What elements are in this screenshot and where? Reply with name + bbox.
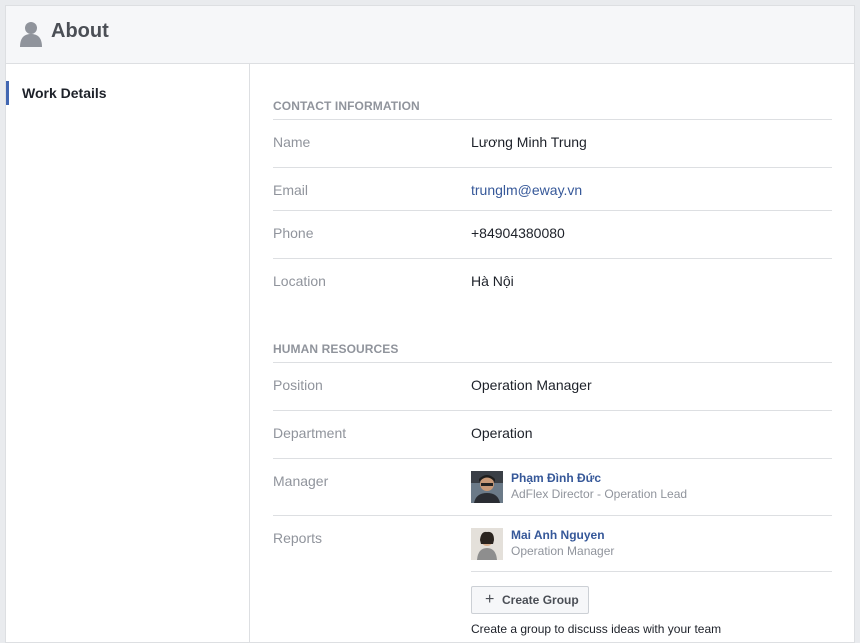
avatar[interactable] (471, 471, 503, 503)
manager-label: Manager (273, 473, 329, 489)
manager-name-link[interactable]: Phạm Đình Đức (511, 471, 601, 485)
divider (471, 571, 832, 572)
plus-icon: + (485, 591, 495, 608)
name-value: Lương Minh Trung (471, 134, 587, 150)
manager-title: AdFlex Director - Operation Lead (511, 487, 688, 501)
department-label: Department (273, 425, 347, 441)
page-title: About (51, 20, 109, 42)
report-entry: Mai Anh Nguyen Operation Manager (471, 528, 771, 560)
create-group-label: Create Group (502, 593, 579, 607)
divider (273, 410, 832, 411)
name-label: Name (273, 134, 311, 150)
person-silhouette-icon (20, 22, 42, 47)
create-group-button[interactable]: + Create Group (471, 586, 589, 614)
phone-label: Phone (273, 225, 314, 241)
active-indicator (6, 81, 9, 105)
hr-section-title: HUMAN RESOURCES (273, 342, 399, 356)
avatar[interactable] (471, 528, 503, 560)
reports-label: Reports (273, 530, 323, 546)
sidebar-item-work-details[interactable]: Work Details (6, 81, 246, 105)
about-panel: About Work Details CONTACT INFORMATION N… (5, 5, 855, 643)
email-link[interactable]: trunglm@eway.vn (471, 182, 582, 198)
contact-section-title: CONTACT INFORMATION (273, 99, 420, 113)
divider (273, 167, 832, 168)
location-label: Location (273, 273, 326, 289)
divider (273, 515, 832, 516)
position-label: Position (273, 377, 323, 393)
create-group-hint: Create a group to discuss ideas with you… (471, 622, 722, 636)
report-name-link[interactable]: Mai Anh Nguyen (511, 528, 605, 542)
location-value: Hà Nội (471, 273, 514, 289)
page-header: About (6, 6, 854, 64)
manager-entry: Phạm Đình Đức AdFlex Director - Operatio… (471, 471, 771, 503)
phone-value: +84904380080 (471, 225, 565, 241)
divider (273, 258, 832, 259)
divider (273, 458, 832, 459)
department-value: Operation (471, 425, 533, 441)
position-value: Operation Manager (471, 377, 592, 393)
sidebar-item-label: Work Details (22, 85, 107, 101)
report-title: Operation Manager (511, 544, 615, 558)
divider (273, 210, 832, 211)
email-label: Email (273, 182, 309, 198)
divider (273, 119, 832, 120)
sidebar: Work Details (6, 64, 250, 642)
divider (273, 362, 832, 363)
